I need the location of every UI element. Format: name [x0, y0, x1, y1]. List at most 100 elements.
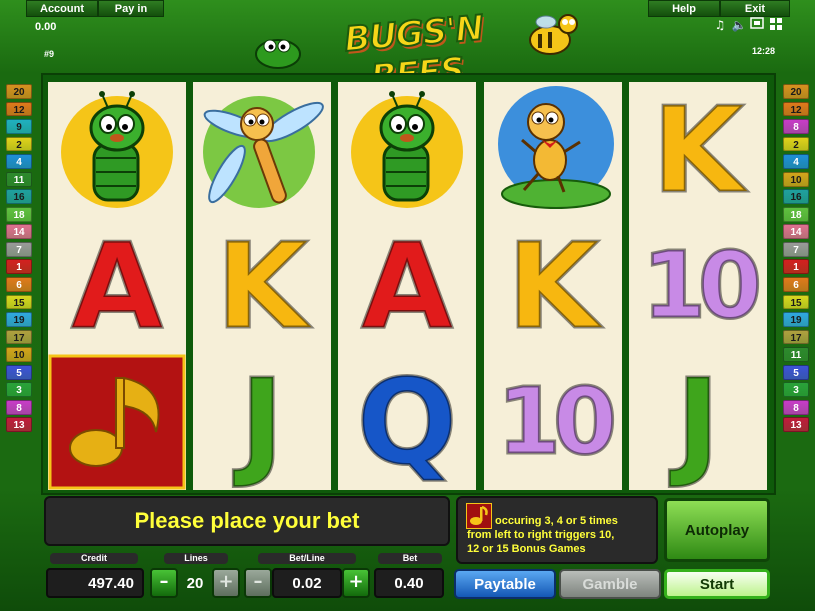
account-button[interactable]: Account — [26, 0, 98, 17]
paylines-right: 20 12 8 2 4 10 16 18 14 7 1 6 15 19 17 11 5 3 8 13 — [783, 84, 809, 435]
symbol-note-icon — [48, 354, 186, 490]
payline-indicator[interactable]: 14 — [6, 224, 32, 240]
game-number: #9 — [44, 49, 55, 59]
exit-button[interactable]: Exit — [720, 0, 790, 17]
payline-indicator[interactable]: 7 — [6, 241, 32, 257]
reel-1: A — [48, 82, 186, 490]
payline-indicator[interactable]: 3 — [6, 382, 32, 398]
payline-indicator[interactable]: 14 — [783, 224, 809, 240]
payline-indicator[interactable]: 13 — [6, 417, 32, 433]
credit-label: Credit — [50, 553, 138, 564]
music-icon[interactable]: ♫ — [712, 17, 728, 33]
payline-indicator[interactable]: 8 — [783, 119, 809, 134]
lines-value: 20 — [186, 574, 204, 592]
payline-indicator[interactable]: 16 — [6, 189, 32, 205]
payline-indicator[interactable]: 4 — [783, 154, 809, 169]
symbol-A: A — [338, 218, 476, 354]
payline-indicator[interactable]: 1 — [6, 259, 32, 275]
payline-indicator[interactable]: 11 — [783, 347, 809, 362]
symbol-letter: 10 — [640, 232, 763, 339]
gamble-button[interactable]: Gamble — [559, 569, 661, 599]
payline-indicator[interactable]: 17 — [6, 329, 32, 345]
symbol-K: K — [484, 218, 622, 354]
payline-indicator[interactable]: 19 — [783, 312, 809, 327]
bonus-info-text: occuring 3, 4 or 5 times from left to ri… — [467, 515, 655, 556]
start-button[interactable]: Start — [664, 569, 770, 599]
symbol-letter: K — [651, 82, 745, 218]
symbol-Q: Q — [338, 354, 476, 490]
top-credit-display: 0.00 — [35, 21, 57, 33]
symbol-letter: J — [239, 354, 286, 490]
payline-indicator[interactable]: 12 — [6, 101, 32, 117]
info-line-1: occuring 3, 4 or 5 times — [495, 515, 618, 527]
symbol-dragonfly-icon — [193, 82, 331, 218]
fullscreen-icon[interactable] — [768, 17, 784, 33]
payline-indicator[interactable]: 17 — [783, 329, 809, 345]
payline-indicator[interactable]: 10 — [783, 171, 809, 187]
autoplay-button[interactable]: Autoplay — [664, 498, 770, 562]
lines-label: Lines — [164, 553, 228, 564]
paylines-left: 20 12 9 2 4 11 16 18 14 7 1 6 15 19 17 10 5 3 8 13 — [6, 84, 32, 435]
lines-decrease-button[interactable]: – — [150, 568, 178, 598]
payline-indicator[interactable]: 13 — [783, 417, 809, 433]
symbol-10: 10 — [484, 354, 622, 490]
payline-indicator[interactable]: 6 — [6, 277, 32, 292]
symbol-J: J — [193, 354, 331, 490]
bet-label: Bet — [378, 553, 442, 564]
payline-indicator[interactable]: 19 — [6, 312, 32, 327]
payline-indicator[interactable]: 16 — [783, 189, 809, 205]
symbol-letter: Q — [355, 354, 458, 490]
symbol-letter: J — [675, 354, 722, 490]
symbol-10: 10 — [629, 218, 767, 354]
payline-indicator[interactable]: 5 — [6, 364, 32, 380]
payline-indicator[interactable]: 20 — [6, 84, 32, 99]
symbol-letter: 10 — [495, 368, 618, 475]
help-button[interactable]: Help — [648, 0, 720, 17]
payline-indicator[interactable]: 12 — [783, 101, 809, 117]
payline-indicator[interactable]: 10 — [6, 347, 32, 362]
payline-indicator[interactable]: 15 — [6, 294, 32, 310]
info-line-2: from left to right triggers 10, — [467, 529, 615, 541]
payline-indicator[interactable]: 2 — [783, 136, 809, 152]
payline-indicator[interactable]: 11 — [6, 171, 32, 187]
betline-decrease-button[interactable]: – — [244, 568, 272, 598]
payline-indicator[interactable]: 4 — [6, 154, 32, 169]
payline-indicator[interactable]: 20 — [783, 84, 809, 99]
symbol-caterpillar-icon — [338, 82, 476, 218]
game-logo: BUGS'N BEES — [250, 4, 590, 99]
symbol-J: J — [629, 354, 767, 490]
payline-indicator[interactable]: 2 — [6, 136, 32, 152]
pay-in-button[interactable]: Pay in — [98, 0, 164, 17]
sound-icon[interactable]: 🔈 — [731, 17, 747, 33]
payline-indicator[interactable]: 6 — [783, 277, 809, 292]
symbol-ant-icon — [484, 82, 622, 218]
payline-indicator[interactable]: 8 — [6, 399, 32, 415]
message-panel: Please place your bet — [44, 496, 450, 546]
status-message: Please place your bet — [134, 508, 360, 533]
symbol-letter: A — [360, 218, 454, 354]
bet-per-line-value: 0.02 — [272, 568, 342, 598]
payline-indicator[interactable]: 1 — [783, 259, 809, 275]
payline-indicator[interactable]: 15 — [783, 294, 809, 310]
symbol-A: A — [48, 218, 186, 354]
reel-5: K 10 J — [629, 82, 767, 490]
symbol-letter: K — [506, 218, 600, 354]
payline-indicator[interactable]: 5 — [783, 364, 809, 380]
paytable-button[interactable]: Paytable — [454, 569, 556, 599]
payline-indicator[interactable]: 8 — [783, 399, 809, 415]
display-icon[interactable] — [749, 17, 765, 33]
lines-increase-button[interactable]: + — [212, 568, 240, 598]
bet-per-line-label: Bet/Line — [258, 553, 356, 564]
payline-indicator[interactable]: 18 — [783, 206, 809, 222]
reel-4: K 10 — [484, 82, 622, 490]
payline-indicator[interactable]: 3 — [783, 382, 809, 398]
betline-increase-button[interactable]: + — [342, 568, 370, 598]
symbol-letter: K — [215, 218, 309, 354]
clock: 12:28 — [752, 46, 776, 56]
symbol-caterpillar-icon — [48, 82, 186, 218]
payline-indicator[interactable]: 18 — [6, 206, 32, 222]
reel-2: KJ — [193, 82, 331, 490]
payline-indicator[interactable]: 9 — [6, 119, 32, 134]
payline-indicator[interactable]: 7 — [783, 241, 809, 257]
reel-3: AQ — [338, 82, 476, 490]
